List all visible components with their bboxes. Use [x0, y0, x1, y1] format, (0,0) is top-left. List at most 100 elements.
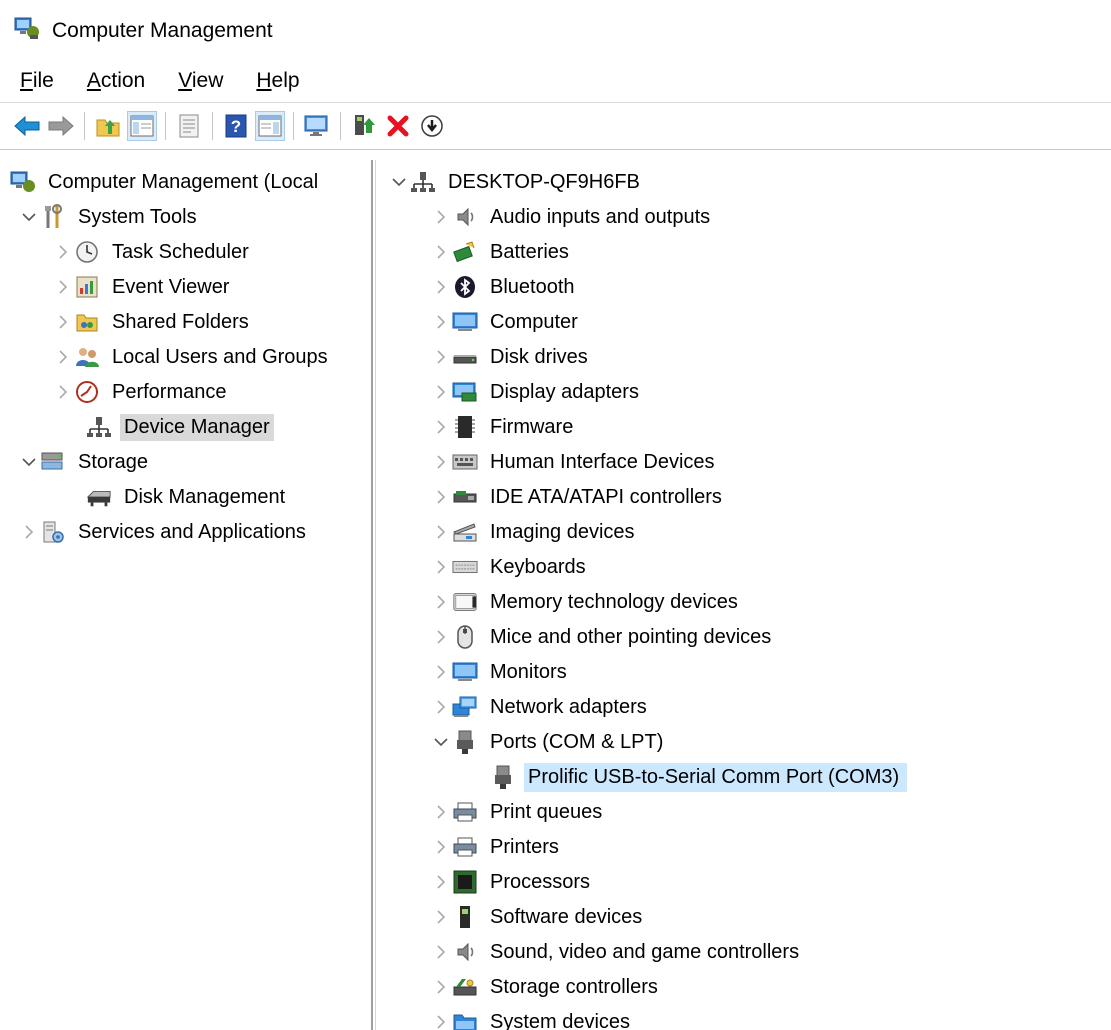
chevron-right-icon[interactable]: [430, 626, 452, 648]
device-category-processors[interactable]: Processors: [430, 865, 594, 899]
device-category-disk-drives[interactable]: Disk drives: [430, 340, 592, 374]
device-category-ports-com-lpt[interactable]: Ports (COM & LPT): [430, 725, 667, 759]
chevron-right-icon[interactable]: [430, 416, 452, 438]
device-category-keyboards[interactable]: Keyboards: [430, 550, 590, 584]
download-icon: [421, 115, 443, 137]
device-category-printers[interactable]: Printers: [430, 830, 563, 864]
menu-action[interactable]: Action: [87, 69, 145, 93]
tree-node-event-viewer[interactable]: Event Viewer: [52, 270, 233, 304]
chevron-right-icon[interactable]: [430, 661, 452, 683]
device-category-storage-controllers[interactable]: Storage controllers: [430, 970, 662, 1004]
device-category-audio-inputs-and-outputs[interactable]: Audio inputs and outputs: [430, 200, 714, 234]
chevron-right-icon[interactable]: [52, 311, 74, 333]
chevron-right-icon[interactable]: [430, 941, 452, 963]
tree-node-local-users-and-groups[interactable]: Local Users and Groups: [52, 340, 332, 374]
show-hide-console-tree-button[interactable]: [127, 111, 157, 141]
device-category-label: Disk drives: [490, 345, 588, 368]
device-category-display-adapters[interactable]: Display adapters: [430, 375, 643, 409]
device-category-batteries[interactable]: Batteries: [430, 235, 573, 269]
device-category-label: Processors: [490, 870, 591, 893]
chevron-down-icon[interactable]: [18, 206, 40, 228]
help-button[interactable]: ?: [221, 111, 251, 141]
chevron-right-icon[interactable]: [430, 696, 452, 718]
device-category-human-interface-devices[interactable]: Human Interface Devices: [430, 445, 719, 479]
chevron-right-icon[interactable]: [430, 801, 452, 823]
device-category-label: Batteries: [490, 240, 569, 263]
device-category-ide-ata-atapi-controllers[interactable]: IDE ATA/ATAPI controllers: [430, 480, 726, 514]
device-category-print-queues[interactable]: Print queues: [430, 795, 606, 829]
device-category-imaging-devices[interactable]: Imaging devices: [430, 515, 639, 549]
tree-node-system-tools[interactable]: System Tools: [18, 200, 201, 234]
forward-arrow-icon: [48, 115, 74, 137]
menu-view[interactable]: View: [178, 69, 223, 93]
device-category-label: Network adapters: [490, 695, 647, 718]
computer-tree-icon: [410, 169, 436, 195]
tree-node-disk-management[interactable]: Disk Management: [86, 480, 289, 514]
back-button[interactable]: [12, 111, 42, 141]
properties-button[interactable]: [174, 111, 204, 141]
show-hide-action-pane-button[interactable]: [255, 111, 285, 141]
chevron-right-icon[interactable]: [430, 241, 452, 263]
ide-controller-icon: [452, 484, 478, 510]
battery-icon: [452, 239, 478, 265]
tree-node-label: Device Manager: [120, 413, 274, 441]
chevron-right-icon[interactable]: [430, 1011, 452, 1030]
device-category-network-adapters[interactable]: Network adapters: [430, 690, 651, 724]
chevron-right-icon[interactable]: [52, 276, 74, 298]
help-icon: ?: [225, 114, 247, 138]
printer-icon: [452, 834, 478, 860]
device-category-firmware[interactable]: Firmware: [430, 410, 577, 444]
clock-icon: [74, 239, 100, 265]
device-category-bluetooth[interactable]: Bluetooth: [430, 270, 579, 304]
tree-node-computer-management[interactable]: Computer Management (Local: [10, 165, 322, 199]
tree-node-services-and-applications[interactable]: Services and Applications: [18, 515, 310, 549]
device-category-memory-technology-devices[interactable]: Memory technology devices: [430, 585, 742, 619]
chevron-right-icon[interactable]: [52, 381, 74, 403]
chevron-right-icon[interactable]: [430, 906, 452, 928]
chevron-right-icon[interactable]: [430, 206, 452, 228]
chevron-right-icon[interactable]: [430, 311, 452, 333]
tree-node-storage[interactable]: Storage: [18, 445, 152, 479]
forward-button[interactable]: [46, 111, 76, 141]
chevron-down-icon[interactable]: [388, 171, 410, 193]
chevron-right-icon[interactable]: [52, 241, 74, 263]
chevron-right-icon[interactable]: [430, 381, 452, 403]
tree-node-performance[interactable]: Performance: [52, 375, 231, 409]
chevron-right-icon[interactable]: [430, 976, 452, 998]
chevron-right-icon[interactable]: [430, 871, 452, 893]
chevron-right-icon[interactable]: [18, 521, 40, 543]
device-category-software-devices[interactable]: Software devices: [430, 900, 646, 934]
chevron-right-icon[interactable]: [430, 836, 452, 858]
chevron-down-icon[interactable]: [18, 451, 40, 473]
device-category-sound-video-game-controllers[interactable]: Sound, video and game controllers: [430, 935, 803, 969]
chevron-right-icon[interactable]: [430, 346, 452, 368]
scan-hardware-button[interactable]: [302, 111, 332, 141]
up-one-level-button[interactable]: [93, 111, 123, 141]
chevron-right-icon[interactable]: [430, 521, 452, 543]
device-category-label: Computer: [490, 310, 578, 333]
chevron-right-icon[interactable]: [430, 276, 452, 298]
uninstall-device-button[interactable]: [383, 111, 413, 141]
device-category-system-devices[interactable]: System devices: [430, 1005, 634, 1030]
chevron-right-icon[interactable]: [430, 451, 452, 473]
chevron-right-icon[interactable]: [52, 346, 74, 368]
tree-node-device-manager[interactable]: Device Manager: [86, 410, 274, 444]
storage-controller-icon: [452, 974, 478, 1000]
device-category-computer[interactable]: Computer: [430, 305, 582, 339]
tree-node-shared-folders[interactable]: Shared Folders: [52, 305, 253, 339]
chevron-right-icon[interactable]: [430, 591, 452, 613]
menu-help[interactable]: Help: [256, 69, 299, 93]
device-category-mice-and-other-pointing-devices[interactable]: Mice and other pointing devices: [430, 620, 775, 654]
toolbar: ?: [0, 102, 1111, 150]
chevron-right-icon[interactable]: [430, 486, 452, 508]
disable-device-button[interactable]: [417, 111, 447, 141]
device-prolific-usb-serial-port[interactable]: Prolific USB-to-Serial Comm Port (COM3): [490, 760, 908, 794]
device-category-monitors[interactable]: Monitors: [430, 655, 571, 689]
console-tree-pane: Computer Management (Local System Tools …: [0, 160, 373, 1030]
device-root-node[interactable]: DESKTOP-QF9H6FB: [388, 165, 644, 199]
update-driver-button[interactable]: [349, 111, 379, 141]
menu-file[interactable]: File: [20, 69, 54, 93]
chevron-right-icon[interactable]: [430, 556, 452, 578]
tree-node-task-scheduler[interactable]: Task Scheduler: [52, 235, 253, 269]
chevron-down-icon[interactable]: [430, 731, 452, 753]
